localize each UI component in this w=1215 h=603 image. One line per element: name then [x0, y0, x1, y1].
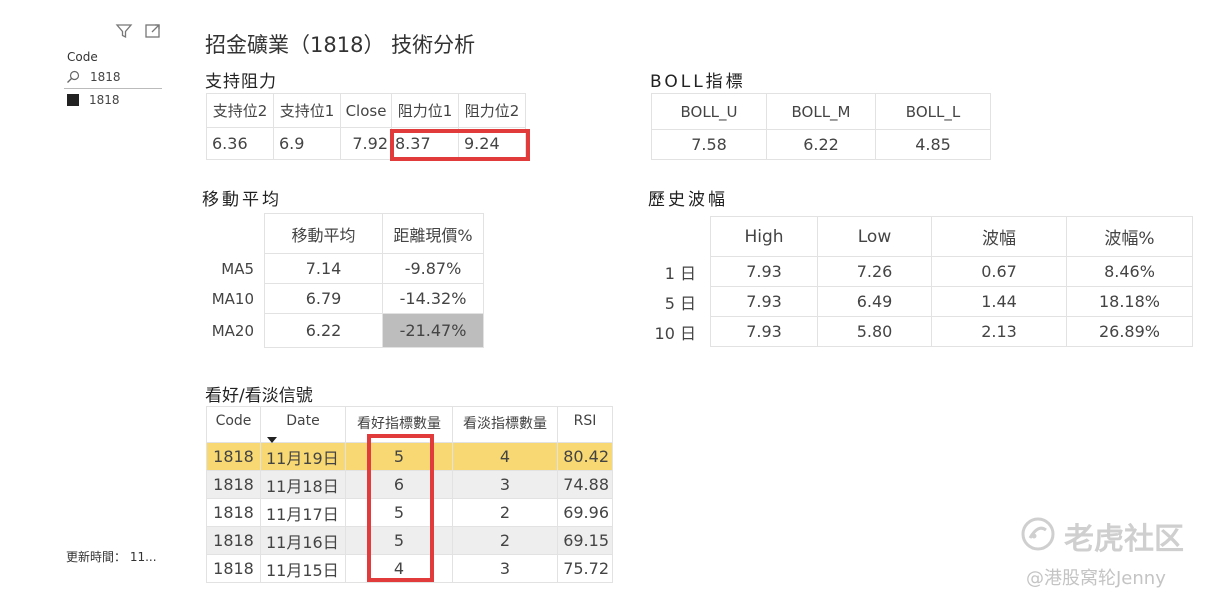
- signal-bear: 3: [452, 554, 558, 583]
- header-code[interactable]: Code: [206, 406, 261, 443]
- signal-code: 1818: [206, 470, 261, 499]
- search-icon: [66, 69, 80, 88]
- ma-dist-value: -9.87%: [382, 253, 484, 284]
- sort-descending-icon[interactable]: [267, 431, 277, 447]
- vol-range: 2.13: [931, 316, 1067, 347]
- vol-pct: 8.46%: [1066, 256, 1193, 287]
- filter-code-label: Code: [67, 50, 98, 64]
- ma-value: 6.79: [264, 283, 383, 314]
- boll-l-value: 4.85: [875, 129, 991, 160]
- support1-value: 6.9: [273, 127, 341, 160]
- signal-bear: 4: [452, 442, 558, 471]
- vol-row-label: 5 日: [664, 293, 696, 313]
- watermark-brand-text: 老虎社区: [1064, 522, 1184, 557]
- vol-row-label: 1 日: [664, 263, 696, 283]
- focus-mode-icon[interactable]: [143, 21, 163, 41]
- header-ma: 移動平均: [264, 213, 383, 254]
- header-boll-u: BOLL_U: [651, 93, 767, 130]
- bull-count-highlight-box: [367, 434, 434, 582]
- signal-rsi: 69.15: [557, 526, 613, 555]
- boll-u-value: 7.58: [651, 129, 767, 160]
- vol-high: 7.93: [710, 316, 818, 347]
- header-range-pct: 波幅%: [1066, 216, 1193, 257]
- watermark-brand: 老虎社区: [1020, 514, 1184, 558]
- signal-bear: 3: [452, 470, 558, 499]
- filter-item-label: 1818: [89, 93, 120, 107]
- header-support2: 支持位2: [206, 93, 274, 128]
- signal-rsi: 74.88: [557, 470, 613, 499]
- support-resistance-title: 支持阻力: [205, 72, 277, 92]
- header-code-label: Code: [215, 413, 252, 429]
- ma-dist-value: -14.32%: [382, 283, 484, 314]
- moving-average-title: 移動平均: [202, 190, 282, 210]
- ma-row-label: MA20: [211, 321, 254, 340]
- signals-title: 看好/看淡信號: [205, 386, 313, 406]
- update-time-label: 更新時間： 11...: [66, 550, 157, 564]
- filter-icon[interactable]: [114, 21, 134, 41]
- vol-high: 7.93: [710, 256, 818, 287]
- vol-row-label: 10 日: [654, 323, 696, 343]
- vol-high: 7.93: [710, 286, 818, 317]
- ma-row-label: MA5: [221, 259, 254, 278]
- vol-range: 0.67: [931, 256, 1067, 287]
- header-resist1: 阻力位1: [391, 93, 459, 128]
- header-boll-m: BOLL_M: [766, 93, 876, 130]
- boll-title: BOLL指標: [650, 72, 746, 92]
- moving-average-table: 移動平均 距離現價% MA5 7.14 -9.87% MA10 6.79 -14…: [206, 213, 484, 348]
- header-resist2: 阻力位2: [458, 93, 526, 128]
- header-bear-label: 看淡指標數量: [463, 416, 547, 432]
- signal-code: 1818: [206, 526, 261, 555]
- signal-rsi: 80.42: [557, 442, 613, 471]
- vol-pct: 18.18%: [1066, 286, 1193, 317]
- watermark-author: @港股窝轮Jenny: [1026, 568, 1166, 589]
- vol-low: 6.49: [817, 286, 932, 317]
- header-rsi[interactable]: RSI: [557, 406, 613, 443]
- header-range: 波幅: [931, 216, 1067, 257]
- page-title: 招金礦業（1818） 技術分析: [205, 33, 476, 57]
- volatility-title: 歷史波幅: [648, 190, 728, 210]
- signal-date: 11月15日: [260, 554, 346, 583]
- header-date-label: Date: [286, 413, 320, 429]
- boll-table: BOLL_U BOLL_M BOLL_L 7.58 6.22 4.85: [651, 93, 991, 160]
- ma-row-label: MA10: [211, 289, 254, 308]
- signal-rsi: 75.72: [557, 554, 613, 583]
- header-bull-label: 看好指標數量: [357, 416, 441, 432]
- header-dist: 距離現價%: [382, 213, 484, 254]
- header-bear[interactable]: 看淡指標數量: [452, 406, 558, 443]
- header-low: Low: [817, 216, 932, 257]
- vol-low: 5.80: [817, 316, 932, 347]
- vol-range: 1.44: [931, 286, 1067, 317]
- signal-bear: 2: [452, 498, 558, 527]
- filter-item-1818[interactable]: 1818: [67, 92, 120, 108]
- close-value: 7.92: [340, 127, 392, 160]
- header-boll-l: BOLL_L: [875, 93, 991, 130]
- filter-search-value: 1818: [90, 70, 121, 84]
- support2-value: 6.36: [206, 127, 274, 160]
- signal-date: 11月18日: [260, 470, 346, 499]
- ma-value: 6.22: [264, 313, 383, 348]
- filter-search-input[interactable]: 1818: [64, 67, 162, 89]
- signal-date: 11月17日: [260, 498, 346, 527]
- header-high: High: [710, 216, 818, 257]
- signal-rsi: 69.96: [557, 498, 613, 527]
- tiger-logo-icon: [1020, 516, 1056, 556]
- signal-date: 11月16日: [260, 526, 346, 555]
- checkbox-checked[interactable]: [67, 94, 79, 106]
- resistance-highlight-box: [390, 129, 530, 161]
- header-support1: 支持位1: [273, 93, 341, 128]
- signal-code: 1818: [206, 498, 261, 527]
- signal-code: 1818: [206, 554, 261, 583]
- header-close: Close: [340, 93, 392, 128]
- ma-dist-value-highlight: -21.47%: [382, 313, 484, 348]
- header-rsi-label: RSI: [573, 413, 597, 429]
- signal-code: 1818: [206, 442, 261, 471]
- ma-value: 7.14: [264, 253, 383, 284]
- signal-bear: 2: [452, 526, 558, 555]
- boll-m-value: 6.22: [766, 129, 876, 160]
- header-date[interactable]: Date: [260, 406, 346, 443]
- volatility-table: High Low 波幅 波幅% 1 日 7.93 7.26 0.67 8.46%…: [652, 216, 1193, 347]
- vol-pct: 26.89%: [1066, 316, 1193, 347]
- vol-low: 7.26: [817, 256, 932, 287]
